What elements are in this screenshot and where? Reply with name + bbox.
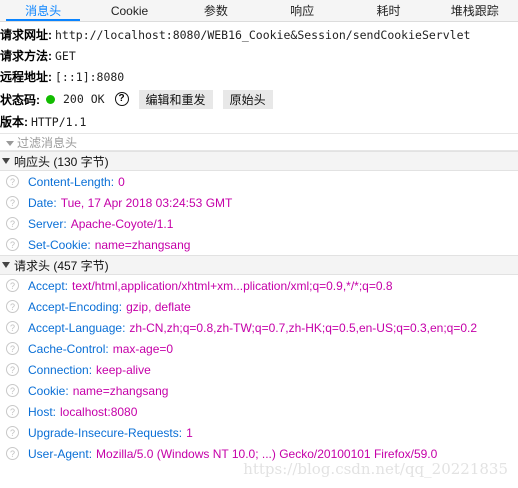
header-name: Cache-Control:	[28, 341, 109, 356]
request-url-value: http://localhost:8080/WEB16_Cookie&Sessi…	[55, 27, 471, 42]
help-icon[interactable]: ?	[6, 363, 19, 376]
header-name: Host:	[28, 404, 57, 419]
http-version-label: 版本:	[0, 115, 28, 129]
header-value: zh-CN,zh;q=0.8,zh-TW;q=0.7,zh-HK;q=0.5,e…	[129, 320, 478, 335]
header-value: keep-alive	[96, 362, 151, 377]
header-row[interactable]: ? Set-Cookie: name=zhangsang	[0, 234, 518, 255]
header-value: name=zhangsang	[72, 383, 169, 398]
request-method-value: GET	[55, 48, 76, 63]
header-row[interactable]: ? Accept: text/html,application/xhtml+xm..…	[0, 275, 518, 296]
filter-placeholder: 过滤消息头	[17, 135, 78, 150]
header-value: max-age=0	[112, 341, 174, 356]
header-row[interactable]: ? User-Agent: Mozilla/5.0 (Windows NT 10.0…	[0, 443, 518, 464]
http-version-row: 版本: HTTP/1.1	[0, 111, 518, 132]
status-value: 200 OK	[63, 92, 105, 106]
header-value: gzip, deflate	[126, 299, 191, 314]
header-value: text/html,application/xhtml+xm...plicati…	[72, 278, 393, 293]
help-icon[interactable]: ?	[6, 217, 19, 230]
request-summary: 请求网址: http://localhost:8080/WEB16_Cookie…	[0, 22, 518, 132]
header-value: localhost:8080	[60, 404, 138, 419]
http-version-value: HTTP/1.1	[31, 114, 87, 129]
active-tab-indicator	[6, 19, 80, 21]
remote-address-row: 远程地址: [::1]:8080	[0, 66, 518, 87]
header-name: Content-Length:	[28, 174, 115, 189]
header-row[interactable]: ? Cache-Control: max-age=0	[0, 338, 518, 359]
header-row[interactable]: ? Accept-Language: zh-CN,zh;q=0.8,zh-TW;q=…	[0, 317, 518, 338]
header-name: Accept:	[28, 278, 69, 293]
help-icon[interactable]: ?	[6, 447, 19, 460]
tab-params[interactable]: 参数	[173, 0, 259, 21]
status-ok-icon	[46, 94, 55, 104]
status-row: 状态码: 200 OK ? 编辑和重发 原始头	[0, 87, 518, 111]
status-label: 状态码:	[0, 92, 40, 107]
request-url-label: 请求网址:	[0, 28, 52, 42]
header-value: 0	[118, 174, 125, 189]
header-name: Set-Cookie:	[28, 237, 91, 252]
chevron-down-icon	[2, 262, 10, 268]
help-icon[interactable]: ?	[6, 321, 19, 334]
request-method-label: 请求方法:	[0, 49, 52, 63]
header-name: Date:	[28, 195, 57, 210]
help-icon[interactable]: ?	[114, 92, 129, 106]
chevron-down-icon	[2, 158, 10, 164]
header-row[interactable]: ? Accept-Encoding: gzip, deflate	[0, 296, 518, 317]
header-row[interactable]: ? Date: Tue, 17 Apr 2018 03:24:53 GMT	[0, 192, 518, 213]
filter-headers-input[interactable]: 过滤消息头	[0, 133, 518, 151]
header-name: Upgrade-Insecure-Requests:	[28, 425, 183, 440]
header-value: Mozilla/5.0 (Windows NT 10.0; ...) Gecko…	[96, 446, 438, 461]
help-icon[interactable]: ?	[6, 384, 19, 397]
tab-headers[interactable]: 消息头	[0, 0, 86, 21]
header-name: User-Agent:	[28, 446, 93, 461]
edit-resend-button[interactable]: 编辑和重发	[138, 89, 213, 109]
header-row[interactable]: ? Cookie: name=zhangsang	[0, 380, 518, 401]
request-headers-list: ? Accept: text/html,application/xhtml+xm..…	[0, 275, 518, 464]
raw-headers-button[interactable]: 原始头	[222, 89, 273, 109]
header-row[interactable]: ? Host: localhost:8080	[0, 401, 518, 422]
remote-address-label: 远程地址:	[0, 70, 52, 84]
filter-icon	[6, 140, 14, 146]
header-name: Connection:	[28, 362, 93, 377]
request-headers-title: 请求头 (457 字节)	[14, 258, 109, 273]
request-method-row: 请求方法: GET	[0, 45, 518, 66]
header-name: Server:	[28, 216, 67, 231]
help-icon[interactable]: ?	[6, 238, 19, 251]
remote-address-value: [::1]:8080	[55, 69, 125, 84]
response-headers-title: 响应头 (130 字节)	[14, 154, 109, 169]
tab-timings[interactable]: 耗时	[345, 0, 431, 21]
tab-bar: 消息头 Cookie 参数 响应 耗时 堆栈跟踪	[0, 0, 518, 22]
response-headers-section[interactable]: 响应头 (130 字节)	[0, 151, 518, 171]
help-icon[interactable]: ?	[6, 342, 19, 355]
help-icon[interactable]: ?	[6, 300, 19, 313]
header-value: name=zhangsang	[94, 237, 191, 252]
header-row[interactable]: ? Upgrade-Insecure-Requests: 1	[0, 422, 518, 443]
header-name: Cookie:	[28, 383, 69, 398]
header-value: Tue, 17 Apr 2018 03:24:53 GMT	[60, 195, 233, 210]
header-name: Accept-Language:	[28, 320, 126, 335]
header-name: Accept-Encoding:	[28, 299, 123, 314]
help-icon[interactable]: ?	[6, 426, 19, 439]
tab-stack-trace[interactable]: 堆栈跟踪	[432, 0, 518, 21]
help-icon[interactable]: ?	[6, 196, 19, 209]
header-row[interactable]: ? Server: Apache-Coyote/1.1	[0, 213, 518, 234]
help-icon[interactable]: ?	[6, 405, 19, 418]
help-icon[interactable]: ?	[6, 175, 19, 188]
tab-cookie[interactable]: Cookie	[86, 0, 172, 21]
header-value: Apache-Coyote/1.1	[70, 216, 174, 231]
request-url-row: 请求网址: http://localhost:8080/WEB16_Cookie…	[0, 24, 518, 45]
header-row[interactable]: ? Content-Length: 0	[0, 171, 518, 192]
header-row[interactable]: ? Connection: keep-alive	[0, 359, 518, 380]
help-icon[interactable]: ?	[6, 279, 19, 292]
header-value: 1	[186, 425, 193, 440]
tab-response[interactable]: 响应	[259, 0, 345, 21]
request-headers-section[interactable]: 请求头 (457 字节)	[0, 255, 518, 275]
response-headers-list: ? Content-Length: 0? Date: Tue, 17 Apr 2018 …	[0, 171, 518, 255]
